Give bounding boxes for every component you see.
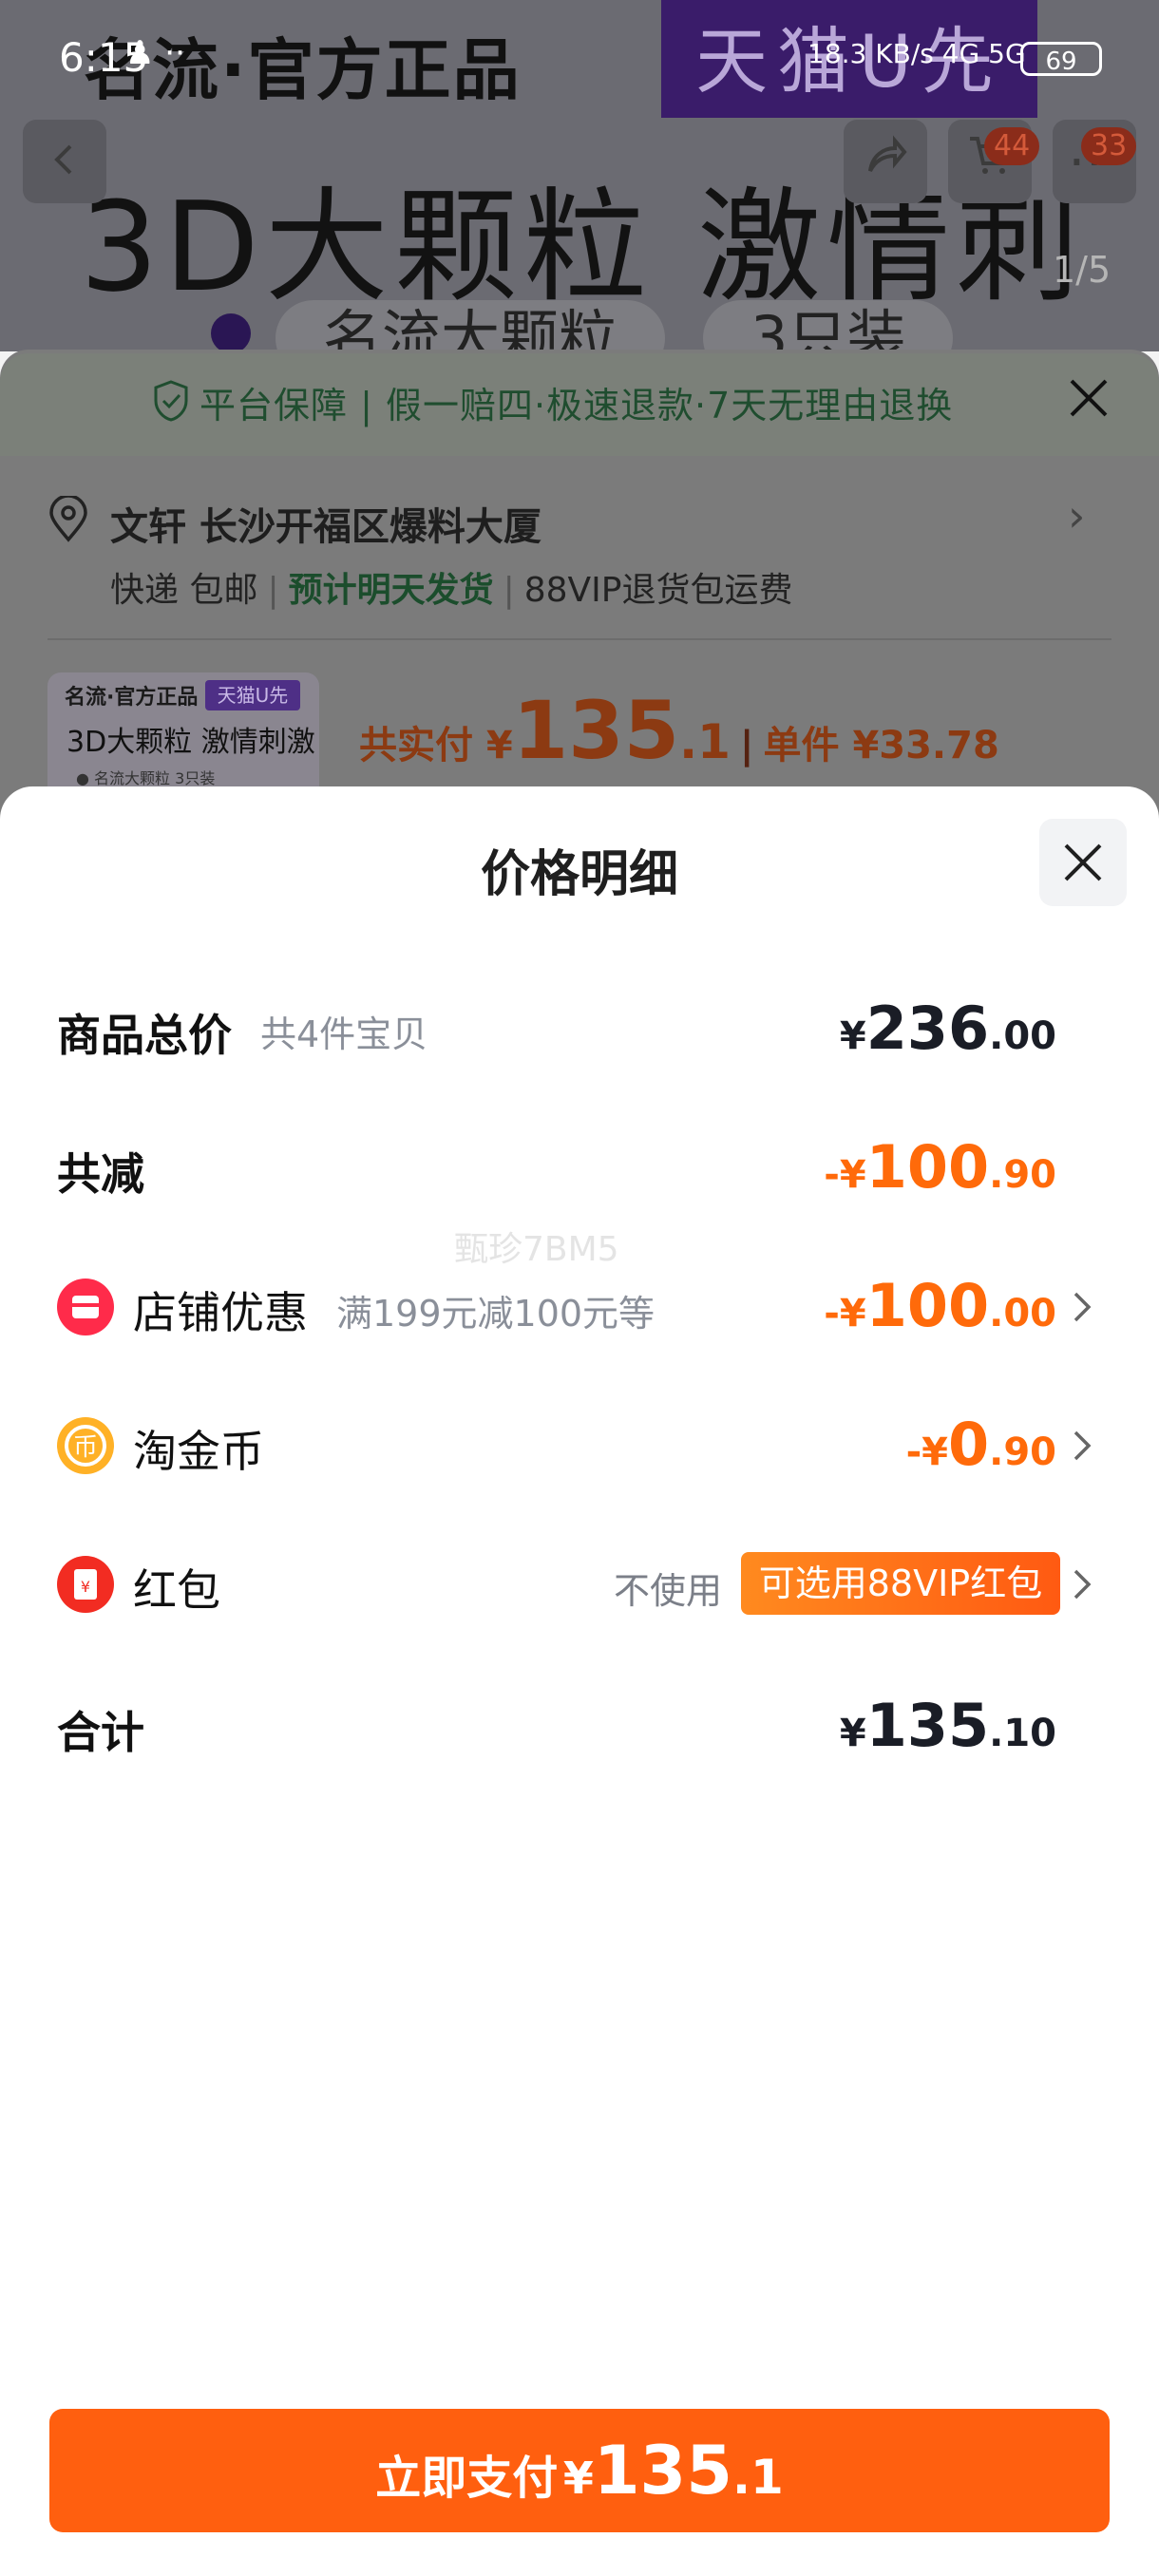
total-item-count: 共4件宝贝 bbox=[260, 1013, 428, 1055]
vip-red-packet-badge[interactable]: 可选用88VIP红包 bbox=[741, 1552, 1060, 1615]
location-pin-icon bbox=[49, 496, 87, 542]
sheet-title: 价格明细 bbox=[480, 846, 678, 903]
sheet-close-button[interactable] bbox=[1039, 819, 1127, 906]
total-price-amount: ¥236.00 bbox=[840, 994, 1056, 1063]
thumb-chip: ● 名流大颗粒 3只装 bbox=[76, 769, 216, 787]
pay-button-dec: .1 bbox=[732, 2450, 784, 2505]
pay-button-int: 135 bbox=[593, 2432, 732, 2510]
shield-check-icon bbox=[154, 380, 188, 422]
divider bbox=[48, 638, 1112, 640]
amount-dec: .90 bbox=[989, 1430, 1056, 1474]
shop-icon bbox=[57, 1279, 114, 1335]
currency-symbol: -¥ bbox=[824, 1292, 866, 1335]
battery-icon: 69 bbox=[1020, 42, 1102, 76]
pay-summary-unit: 单件 ¥33.78 bbox=[763, 724, 999, 767]
discount-total-label: 共减 bbox=[57, 1148, 144, 1200]
currency-symbol: -¥ bbox=[905, 1430, 948, 1474]
red-packet-label[interactable]: 红包 bbox=[133, 1556, 220, 1619]
amount-dec: .10 bbox=[989, 1712, 1056, 1755]
chevron-right-icon[interactable] bbox=[1068, 1427, 1096, 1465]
shipping-vip-note: 88VIP退货包运费 bbox=[523, 571, 793, 610]
order-pay-summary: 共实付 ¥135.1 | 单件 ¥33.78 bbox=[359, 684, 999, 777]
person-notification-icon: ♟ bbox=[125, 34, 155, 72]
shop-discount-desc: 满199元减100元等 bbox=[336, 1293, 656, 1335]
currency-symbol: ¥ bbox=[839, 1014, 866, 1058]
thumb-title: 3D大颗粒 激情刺激 bbox=[66, 726, 315, 759]
close-icon bbox=[1070, 379, 1108, 417]
thumb-tmall: 天猫U先 bbox=[205, 680, 300, 710]
pay-summary-prefix: 共实付 ¥ bbox=[359, 724, 513, 767]
shipping-info: 快递 包邮 | 预计明天发货 | 88VIP退货包运费 bbox=[110, 571, 793, 610]
discount-total-amount: -¥100.90 bbox=[824, 1132, 1056, 1202]
watermark: 甄珍7BM5 bbox=[454, 1230, 619, 1269]
svg-text:币: 币 bbox=[73, 1433, 98, 1462]
image-counter: 1/5 bbox=[1053, 249, 1112, 291]
address-chevron-right-icon[interactable]: › bbox=[1068, 490, 1085, 541]
pay-button-currency: ¥ bbox=[562, 2453, 594, 2504]
chevron-right-icon[interactable] bbox=[1068, 1288, 1096, 1326]
more-badge: 33 bbox=[1081, 127, 1137, 165]
amount-int: 236 bbox=[865, 994, 990, 1063]
guarantee-text: 平台保障 | 假一赔四·极速退款·7天无理由退换 bbox=[200, 385, 954, 426]
share-icon bbox=[868, 135, 907, 172]
more-notifications-icon: ·· bbox=[164, 34, 185, 72]
amount-dec: .00 bbox=[989, 1292, 1056, 1335]
taojinbi-amount[interactable]: -¥0.90 bbox=[906, 1410, 1056, 1479]
sum-amount: ¥135.10 bbox=[840, 1691, 1056, 1760]
sum-label: 合计 bbox=[57, 1707, 144, 1758]
share-button[interactable] bbox=[844, 120, 927, 203]
status-notification-icons: ♟ ·· bbox=[125, 34, 185, 72]
coin-icon: 币 bbox=[57, 1417, 114, 1474]
pay-now-button[interactable]: 立即支付 ¥135.1 bbox=[49, 2409, 1110, 2532]
thumb-brand: 名流·官方正品 bbox=[65, 686, 199, 710]
taojinbi-label[interactable]: 淘金币 bbox=[133, 1417, 264, 1480]
cart-badge: 44 bbox=[984, 127, 1040, 165]
red-packet-not-used: 不使用 bbox=[614, 1570, 723, 1612]
amount-int: 0 bbox=[948, 1410, 990, 1479]
back-button[interactable] bbox=[23, 120, 106, 203]
guarantee-close-button[interactable] bbox=[1062, 376, 1115, 429]
pay-summary-int: 135 bbox=[512, 684, 680, 777]
close-icon bbox=[1064, 843, 1102, 881]
amount-dec: .00 bbox=[989, 1014, 1056, 1058]
pay-button-label: 立即支付 bbox=[375, 2452, 559, 2505]
svg-text:¥: ¥ bbox=[81, 1578, 90, 1596]
shipping-eta: 预计明天发货 bbox=[288, 571, 494, 610]
red-packet-icon: ¥ bbox=[57, 1556, 114, 1613]
currency-symbol: ¥ bbox=[839, 1712, 866, 1755]
amount-int: 100 bbox=[865, 1271, 990, 1340]
amount-int: 135 bbox=[865, 1691, 990, 1760]
pay-summary-dec: .1 bbox=[679, 714, 731, 769]
shipping-address[interactable]: 文轩 长沙开福区爆料大厦 bbox=[110, 496, 542, 551]
amount-int: 100 bbox=[865, 1132, 990, 1202]
currency-symbol: -¥ bbox=[824, 1153, 866, 1197]
amount-dec: .90 bbox=[989, 1153, 1056, 1197]
shop-discount-amount[interactable]: -¥100.00 bbox=[824, 1271, 1056, 1340]
chevron-right-icon[interactable] bbox=[1068, 1565, 1096, 1603]
shop-discount-label[interactable]: 店铺优惠 bbox=[133, 1279, 308, 1341]
hero-chip-1: 名流大颗粒 bbox=[276, 300, 666, 351]
hero-chip-dot-icon bbox=[211, 313, 251, 351]
hero-chip-2: 3只装 bbox=[703, 300, 954, 351]
status-network: 18.3 KB/s 4G 5G bbox=[808, 38, 1026, 69]
shipping-method: 快递 包邮 bbox=[110, 571, 258, 610]
total-price-label: 商品总价 bbox=[57, 1010, 232, 1061]
status-bar: 6:15 ♟ ·· 18.3 KB/s 4G 5G 69 bbox=[0, 0, 1159, 114]
back-arrow-icon bbox=[54, 144, 72, 175]
